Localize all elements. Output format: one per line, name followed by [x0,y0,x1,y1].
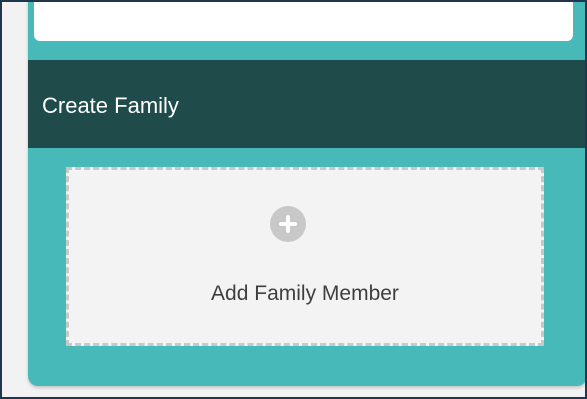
top-input-area[interactable] [34,2,573,41]
family-card: Create Family Add Family Member [28,2,585,386]
plus-circle-icon [270,206,306,242]
section-title: Create Family [42,93,179,118]
add-family-member-button[interactable]: Add Family Member [66,167,544,346]
add-family-member-label: Add Family Member [211,282,399,305]
screenshot-frame: Create Family Add Family Member [0,0,587,399]
create-family-header: Create Family [28,60,585,148]
